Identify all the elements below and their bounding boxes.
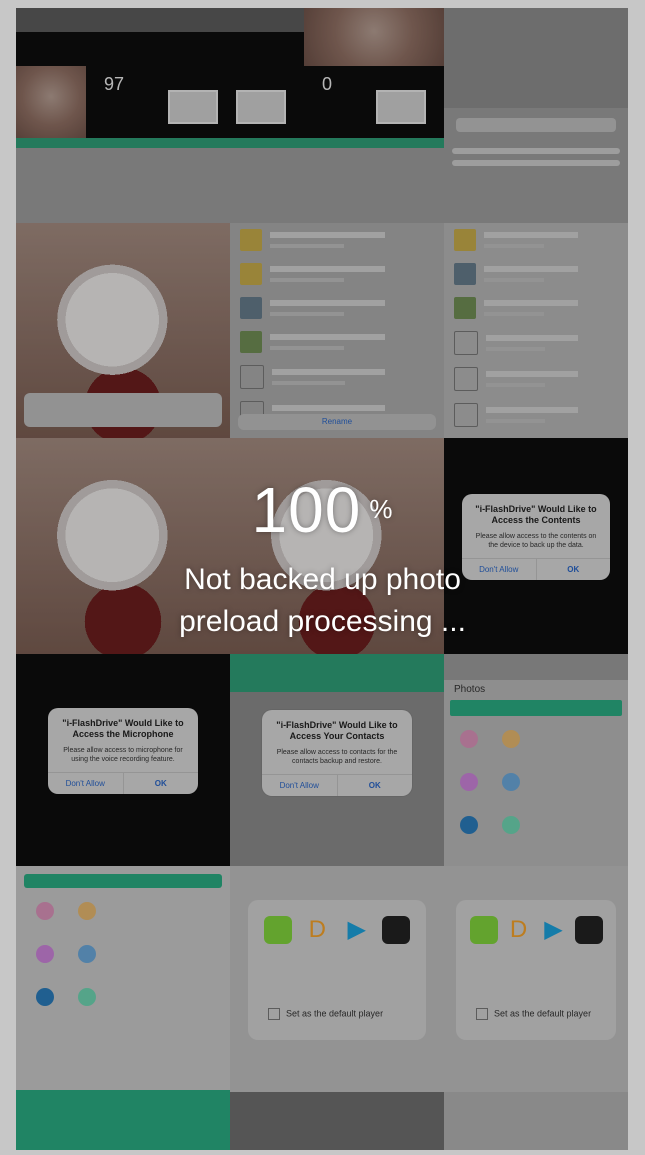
progress-overlay: 100% Not backed up photo preload process… [0,0,645,1155]
progress-value: 100 [251,473,362,546]
progress-percent: 100% [252,473,394,547]
status-line-1: Not backed up photo [184,562,461,596]
status-message: Not backed up photo preload processing .… [179,559,466,643]
percent-symbol: % [369,493,394,524]
status-line-2: preload processing ... [179,604,466,638]
